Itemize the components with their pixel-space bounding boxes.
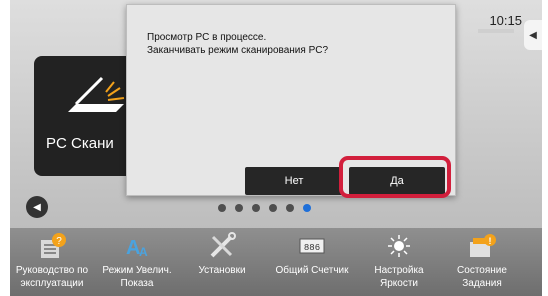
dialog-message-line2: Заканчивать режим сканирования PC?	[147, 45, 329, 56]
page-dot[interactable]	[235, 204, 243, 212]
pc-scan-label: PC Скани	[46, 135, 114, 152]
scroll-left-button[interactable]: ◀	[26, 196, 48, 218]
page-dot[interactable]	[218, 204, 226, 212]
page-indicator	[218, 204, 311, 212]
yes-button-highlight	[339, 156, 451, 198]
taskbar-item-counter[interactable]: 886 Общий Счетчик	[272, 230, 352, 294]
tools-icon	[210, 232, 236, 258]
taskbar-label: Руководство по эксплуатации	[15, 265, 89, 289]
taskbar-label: Состояние Задания	[457, 265, 507, 289]
taskbar-item-settings[interactable]: Установки	[182, 230, 262, 294]
counter-icon: 886	[299, 238, 325, 254]
page-dot[interactable]	[286, 204, 294, 212]
taskbar-item-brightness[interactable]: Настройка Яркости	[359, 230, 439, 294]
no-button[interactable]: Нет	[245, 167, 343, 195]
page-dot[interactable]	[269, 204, 277, 212]
status-indicator	[478, 29, 514, 33]
taskbar: ? Руководство по эксплуатации A A Режим …	[10, 228, 542, 296]
magnify-text-icon: A A	[126, 237, 148, 259]
taskbar-item-manual[interactable]: ? Руководство по эксплуатации	[12, 230, 92, 294]
taskbar-item-magnify[interactable]: A A Режим Увелич. Показа	[97, 230, 177, 294]
taskbar-label: Общий Счетчик	[275, 265, 349, 276]
svg-text:A: A	[139, 245, 148, 259]
page-dot[interactable]	[252, 204, 260, 212]
svg-text:?: ?	[56, 236, 62, 247]
dialog-message: Просмотр PC в процессе. Заканчивать режи…	[147, 31, 328, 57]
taskbar-label: Режим Увелич. Показа	[102, 265, 172, 289]
touch-panel-screen: 10:15 ◀ PC Скани ◀ ? Руководство по эксп…	[10, 0, 542, 296]
taskbar-label: Установки	[198, 265, 246, 276]
svg-text:886: 886	[304, 243, 320, 253]
manual-icon: ?	[41, 233, 66, 258]
brightness-icon	[388, 235, 410, 257]
clock: 10:15	[489, 13, 522, 28]
taskbar-item-job-status[interactable]: ! Состояние Задания	[442, 230, 522, 294]
job-status-icon: !	[470, 234, 496, 257]
svg-text:!: !	[489, 236, 492, 246]
dialog-message-line1: Просмотр PC в процессе.	[147, 32, 267, 43]
side-panel-tab[interactable]: ◀	[524, 20, 542, 50]
taskbar-label: Настройка Яркости	[374, 265, 424, 289]
scanner-icon	[68, 76, 125, 112]
page-dot-active[interactable]	[303, 204, 311, 212]
